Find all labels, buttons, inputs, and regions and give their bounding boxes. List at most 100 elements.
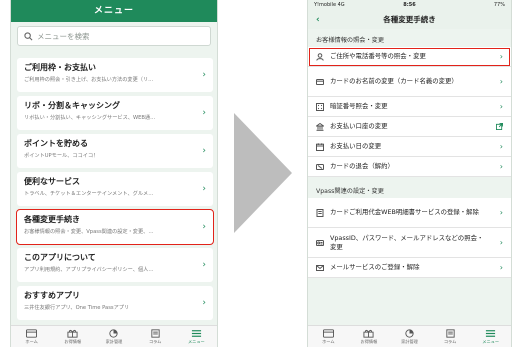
user-icon xyxy=(316,52,324,61)
list-item-pin[interactable]: 暗証番号照会・変更 › xyxy=(308,97,511,117)
tab-home[interactable]: ホーム xyxy=(313,326,343,345)
chevron-right-icon: › xyxy=(499,51,503,61)
menu-card-services[interactable]: 便利なサービス トラベル、チケット＆エンターテインメント、グルメ… › xyxy=(17,172,213,206)
list-item-label: カードの退会（解約） xyxy=(330,162,394,170)
settings-title: 各種変更手続き xyxy=(383,15,436,24)
list-item-label: お支払い口座の変更 xyxy=(330,122,388,130)
tab-label: 家計管理 xyxy=(105,339,123,344)
tab-label: ホーム xyxy=(322,339,335,344)
keypad-icon xyxy=(316,102,324,111)
settings-header: ‹ 各種変更手続き xyxy=(308,11,511,29)
menu-search-input[interactable]: メニューを検索 xyxy=(17,26,211,46)
calendar-icon xyxy=(316,142,324,151)
bottom-tab-bar: ホーム お得情報 家計管理 コラム メニュー xyxy=(308,325,511,347)
chevron-right-icon: › xyxy=(499,141,503,151)
hamburger-menu-icon xyxy=(191,330,201,337)
id-card-icon xyxy=(316,239,324,246)
pie-chart-icon xyxy=(405,329,414,338)
back-chevron-icon[interactable]: ‹ xyxy=(316,11,320,29)
tab-deals[interactable]: お得情報 xyxy=(354,326,384,345)
list-item-label: カードご利用代金WEB明細書サービスの登録・解除 xyxy=(330,208,479,216)
menu-card-title: おすすめアプリ xyxy=(24,291,80,300)
document-icon xyxy=(316,208,324,217)
chevron-right-icon: › xyxy=(499,101,503,111)
card-cancel-icon xyxy=(316,163,324,170)
menu-screen: メニュー メニューを検索 ご利用枠・お支払い ご利用枠の照会・引き上げ、お支払い… xyxy=(10,0,218,347)
tab-label: ホーム xyxy=(25,339,38,344)
card-icon xyxy=(316,78,324,85)
list-item-vpass-id[interactable]: VpassID、パスワード、メールアドレスなどの照会・変更 › xyxy=(308,228,511,258)
card-icon xyxy=(322,329,334,338)
article-icon xyxy=(445,329,455,338)
menu-header-title: メニュー xyxy=(11,0,217,22)
section-heading-vpass: Vpass関連の設定・変更 xyxy=(308,177,511,198)
list-item-label: カードのお名前の変更（カード名義の変更） xyxy=(330,77,458,85)
settings-change-screen: Y!mobile 4G 8:56 77% ‹ 各種変更手続き お客様情報の照会・… xyxy=(307,0,512,347)
status-bar: Y!mobile 4G 8:56 77% xyxy=(308,0,511,11)
search-icon xyxy=(24,31,33,40)
chevron-right-icon: › xyxy=(202,146,206,156)
tab-budget[interactable]: 家計管理 xyxy=(394,326,424,345)
menu-card-subtitle: ポイントUPモール、ココイコ！ xyxy=(24,153,99,159)
chevron-right-icon: › xyxy=(499,262,503,272)
tab-label: メニュー xyxy=(482,339,500,344)
list-item-mail-service[interactable]: メールサービスのご登録・解除 › xyxy=(308,258,511,278)
status-time: 8:56 xyxy=(403,2,416,8)
list-item-card-name[interactable]: カードのお名前の変更（カード名義の変更） › xyxy=(308,67,511,97)
list-item-payment-date[interactable]: お支払い日の変更 › xyxy=(308,137,511,157)
tab-menu[interactable]: メニュー xyxy=(476,326,506,345)
menu-card-title: 各種変更手続き xyxy=(24,215,80,224)
menu-card-title: このアプリについて xyxy=(24,253,96,262)
menu-card-subtitle: トラベル、チケット＆エンターテインメント、グルメ… xyxy=(24,191,154,197)
bottom-tab-bar: ホーム お得情報 家計管理 コラム メニュー xyxy=(11,325,217,347)
chevron-right-icon: › xyxy=(499,161,503,171)
tab-home[interactable]: ホーム xyxy=(17,326,47,345)
chevron-right-icon: › xyxy=(202,70,206,80)
card-icon xyxy=(26,329,38,338)
gift-icon xyxy=(363,329,374,338)
menu-card-subtitle: お客様情報の照会・変更、Vpass関連の設定・変更、… xyxy=(24,229,154,235)
chevron-right-icon: › xyxy=(499,207,503,217)
chevron-right-icon: › xyxy=(202,108,206,118)
menu-card-title: リボ・分割＆キャッシング xyxy=(24,101,120,110)
tab-label: お得情報 xyxy=(360,339,378,344)
tab-deals[interactable]: お得情報 xyxy=(58,326,88,345)
pie-chart-icon xyxy=(109,329,119,338)
list-item-payment-account[interactable]: お支払い口座の変更 xyxy=(308,117,511,137)
tab-menu[interactable]: メニュー xyxy=(181,326,211,345)
menu-card-subtitle: リボ払い・分割払い、キャッシングサービス、WEB通… xyxy=(24,115,156,121)
list-item-web-statement[interactable]: カードご利用代金WEB明細書サービスの登録・解除 › xyxy=(308,198,511,228)
tab-column[interactable]: コラム xyxy=(435,326,465,345)
menu-card-about-app[interactable]: このアプリについて アプリ利用規約、アプリプライバシーポリシー、個人… › xyxy=(17,248,213,282)
tab-label: コラム xyxy=(443,339,457,344)
mail-icon xyxy=(316,264,324,271)
chevron-right-icon: › xyxy=(202,222,206,232)
transition-arrow-icon xyxy=(234,113,292,233)
menu-card-settings-change[interactable]: 各種変更手続き お客様情報の照会・変更、Vpass関連の設定・変更、… › xyxy=(16,209,214,245)
external-link-icon xyxy=(496,122,503,130)
menu-card-recommended-apps[interactable]: おすすめアプリ 三井住友銀行アプリ、One Time Passアプリ › xyxy=(17,286,213,320)
list-item-card-cancel[interactable]: カードの退会（解約） › xyxy=(308,157,511,177)
tab-label: 家計管理 xyxy=(401,339,418,344)
chevron-right-icon: › xyxy=(202,298,206,308)
menu-card-subtitle: ご利用枠の照会・引き上げ、お支払い方法の変更（リ… xyxy=(24,77,154,83)
list-item-label: メールサービスのご登録・解除 xyxy=(330,263,420,271)
search-placeholder: メニューを検索 xyxy=(37,31,90,41)
chevron-right-icon: › xyxy=(202,184,206,194)
menu-card-title: ポイントを貯める xyxy=(24,139,88,148)
customer-info-list: ご住所や電話番号等の照会・変更 › カードのお名前の変更（カード名義の変更） ›… xyxy=(308,47,511,177)
article-icon xyxy=(151,329,160,338)
menu-card-points[interactable]: ポイントを貯める ポイントUPモール、ココイコ！ › xyxy=(17,134,213,168)
menu-card-revolving[interactable]: リボ・分割＆キャッシング リボ払い・分割払い、キャッシングサービス、WEB通… … xyxy=(17,96,213,130)
tab-column[interactable]: コラム xyxy=(140,326,170,345)
vpass-settings-list: カードご利用代金WEB明細書サービスの登録・解除 › VpassID、パスワード… xyxy=(308,198,511,278)
tab-budget[interactable]: 家計管理 xyxy=(99,326,129,345)
list-item-address-phone[interactable]: ご住所や電話番号等の照会・変更 › xyxy=(308,47,511,67)
chevron-right-icon: › xyxy=(202,260,206,270)
tab-label: コラム xyxy=(148,339,162,344)
list-item-label: お支払い日の変更 xyxy=(330,142,382,150)
bank-icon xyxy=(316,122,324,131)
gift-icon xyxy=(67,329,78,338)
menu-card-payment[interactable]: ご利用枠・お支払い ご利用枠の照会・引き上げ、お支払い方法の変更（リ… › xyxy=(17,58,213,92)
menu-card-title: ご利用枠・お支払い xyxy=(24,63,96,72)
